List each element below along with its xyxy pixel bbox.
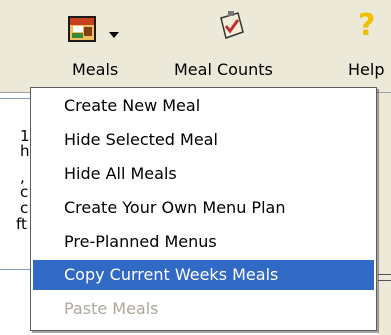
menu-item-create-your-own-menu-plan[interactable]: Create Your Own Menu Plan bbox=[33, 193, 374, 223]
meals-dropdown-menu: Create New Meal Hide Selected Meal Hide … bbox=[30, 87, 377, 331]
menu-item-pre-planned-menus[interactable]: Pre-Planned Menus bbox=[33, 227, 374, 257]
meals-label: Meals bbox=[72, 60, 119, 79]
menu-item-hide-all-meals[interactable]: Hide All Meals bbox=[33, 159, 374, 189]
background-rule bbox=[0, 269, 30, 270]
background-text: c bbox=[20, 183, 29, 201]
background-text: c bbox=[20, 199, 29, 217]
menu-item-create-new-meal[interactable]: Create New Meal bbox=[33, 91, 374, 121]
background-rule bbox=[0, 98, 30, 99]
chevron-down-icon[interactable] bbox=[107, 30, 121, 40]
meals-toolbar-button[interactable]: Meals bbox=[50, 0, 140, 88]
background-text: h bbox=[20, 142, 30, 160]
background-text: ft bbox=[16, 215, 27, 233]
meal-counts-toolbar-button[interactable]: Meal Counts bbox=[160, 0, 300, 88]
right-edge-panel bbox=[378, 93, 391, 335]
meal-counts-icon bbox=[220, 11, 244, 39]
help-label: Help bbox=[348, 60, 385, 79]
background-rule bbox=[378, 274, 391, 275]
menu-item-copy-current-weeks-meals[interactable]: Copy Current Weeks Meals bbox=[33, 260, 374, 290]
meals-icon bbox=[68, 16, 96, 42]
meal-counts-label: Meal Counts bbox=[174, 60, 273, 79]
menu-item-paste-meals: Paste Meals bbox=[64, 299, 159, 318]
background-rule bbox=[378, 280, 391, 281]
toolbar: Meals Meal Counts ? Help bbox=[0, 0, 391, 88]
menu-item-hide-selected-meal[interactable]: Hide Selected Meal bbox=[33, 125, 374, 155]
help-toolbar-button[interactable]: ? Help bbox=[338, 0, 391, 88]
help-icon: ? bbox=[358, 8, 376, 43]
